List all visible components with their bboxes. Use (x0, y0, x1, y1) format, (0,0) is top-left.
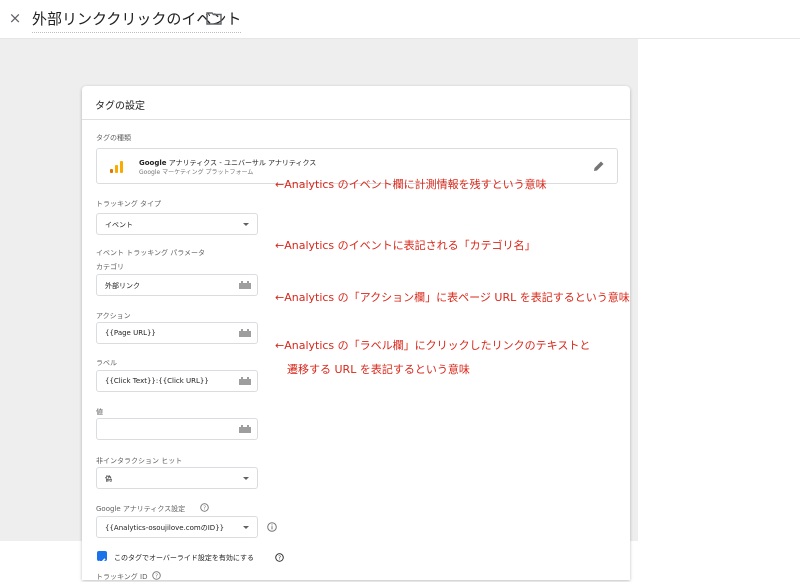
close-icon[interactable]: × (6, 9, 24, 27)
divider (82, 119, 630, 120)
label-value: {{Click Text}}:{{Click URL}} (105, 377, 209, 385)
value-label: 値 (96, 408, 103, 416)
svg-text:?: ? (278, 556, 281, 562)
lego-brick-icon (239, 377, 251, 385)
folder-icon[interactable] (206, 11, 222, 25)
label-input[interactable]: {{Click Text}}:{{Click URL}} (96, 370, 258, 392)
card-title: タグの設定 (95, 101, 145, 112)
category-input[interactable]: 外部リンク (96, 274, 258, 296)
chevron-down-icon (243, 477, 249, 480)
action-input[interactable]: {{Page URL}} (96, 322, 258, 344)
label-label: ラベル (96, 359, 117, 367)
help-icon[interactable]: ? (152, 571, 161, 580)
override-checkbox-label: このタグでオーバーライド設定を有効にする (114, 554, 254, 562)
tracking-id-label: トラッキング ID (96, 573, 148, 581)
svg-text:?: ? (155, 574, 158, 580)
lego-brick-icon (239, 281, 251, 289)
annotation-label-line1: ←Analytics の「ラベル欄」にクリックしたリンクのテキストと (275, 339, 591, 352)
tag-type-subtitle: Google マーケティング プラットフォーム (139, 169, 254, 176)
variable-picker-button[interactable] (233, 419, 257, 439)
edit-pencil-icon[interactable] (593, 160, 605, 172)
info-icon[interactable] (267, 522, 277, 532)
help-icon[interactable]: ? (200, 503, 209, 512)
noninteraction-value: 偽 (105, 475, 112, 483)
google-analytics-icon (110, 161, 123, 173)
variable-picker-button[interactable] (233, 275, 257, 295)
category-value: 外部リンク (105, 282, 140, 290)
lego-brick-icon (239, 329, 251, 337)
tracking-type-label: トラッキング タイプ (96, 200, 162, 208)
chevron-down-icon (243, 223, 249, 226)
annotation-category: ←Analytics のイベントに表記される「カテゴリ名」 (275, 239, 536, 252)
svg-text:?: ? (203, 506, 206, 512)
top-bar: × 外部リンククリックのイベント (0, 0, 800, 39)
variable-picker-button[interactable] (233, 323, 257, 343)
checkmark-icon (98, 558, 106, 565)
ga-settings-label: Google アナリティクス設定 (96, 505, 186, 513)
tag-type-label: タグの種類 (96, 134, 131, 142)
ga-settings-value: {{Analytics-osoujilove.comのID}} (105, 524, 225, 532)
help-icon[interactable]: ? (275, 553, 284, 562)
tracking-type-dropdown[interactable]: イベント (96, 213, 258, 235)
noninteraction-dropdown[interactable]: 偽 (96, 467, 258, 489)
value-input[interactable] (96, 418, 258, 440)
action-label: アクション (96, 312, 131, 320)
annotation-label-line2: 遷移する URL を表記するという意味 (287, 363, 470, 376)
action-value: {{Page URL}} (105, 329, 156, 337)
event-params-label: イベント トラッキング パラメータ (96, 249, 206, 257)
lego-brick-icon (239, 425, 251, 433)
variable-picker-button[interactable] (233, 371, 257, 391)
tracking-type-value: イベント (105, 221, 133, 229)
category-label: カテゴリ (96, 263, 124, 271)
ga-settings-dropdown[interactable]: {{Analytics-osoujilove.comのID}} (96, 516, 258, 538)
chevron-down-icon (243, 526, 249, 529)
annotation-action: ←Analytics の「アクション欄」に表ページ URL を表記するという意味 (275, 291, 630, 304)
override-checkbox[interactable] (97, 551, 107, 565)
annotation-tracking-type: ←Analytics のイベント欄に計測情報を残すという意味 (275, 178, 547, 191)
tag-config-card: タグの設定 タグの種類 Google アナリティクス - ユニバーサル アナリテ… (82, 86, 630, 581)
noninteraction-label: 非インタラクション ヒット (96, 457, 183, 465)
